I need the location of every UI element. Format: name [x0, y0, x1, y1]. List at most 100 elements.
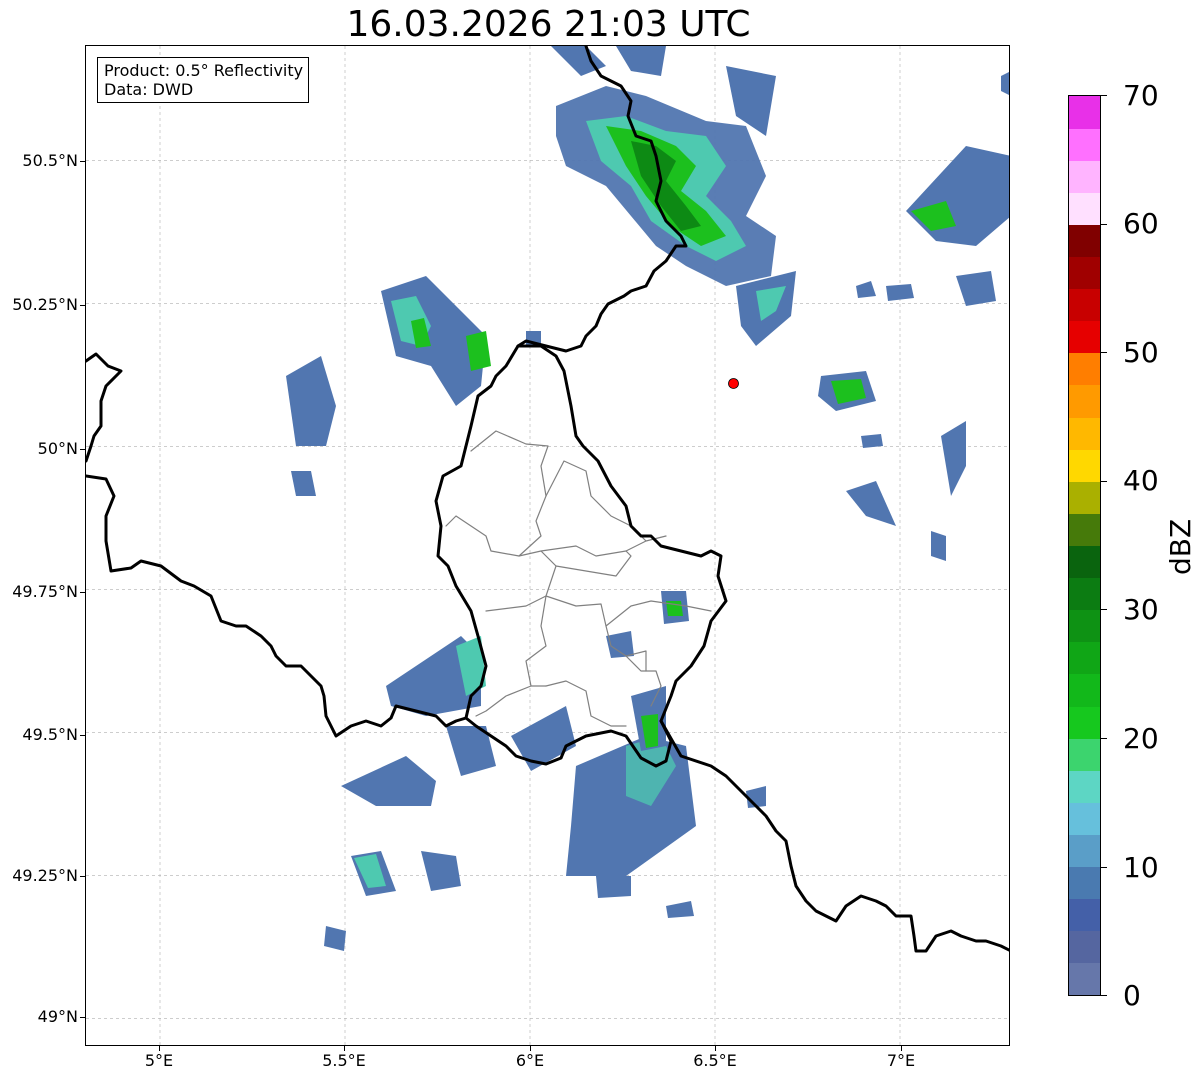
lon-tick-mark	[344, 1046, 345, 1051]
canton-boundary	[525, 595, 547, 687]
colorbar-tick-mark	[1101, 481, 1107, 482]
colorbar-tick-label: 0	[1123, 979, 1141, 1012]
canton-boundary	[475, 685, 532, 717]
colorbar-tick-label: 60	[1123, 207, 1159, 240]
lon-tick-mark	[715, 1046, 716, 1051]
colorbar-segment	[1069, 192, 1100, 225]
radar-echo-cluster-west	[286, 276, 541, 496]
colorbar-segment	[1069, 706, 1100, 739]
colorbar-segment	[1069, 417, 1100, 450]
colorbar-tick-label: 30	[1123, 593, 1159, 626]
colorbar-segment	[1069, 641, 1100, 675]
map-title: 16.03.2026 21:03 UTC	[346, 4, 751, 45]
radar-echo-area	[956, 271, 996, 306]
colorbar-unit-label: dBZ	[1164, 518, 1197, 575]
radar-echo-area	[846, 481, 896, 526]
lon-tick-label: 5°E	[144, 1051, 174, 1070]
lat-tick-label: 50.25°N	[12, 295, 78, 314]
colorbar-tick-mark	[1101, 995, 1107, 996]
country-border	[659, 719, 1009, 953]
colorbar-tick-mark	[1101, 609, 1107, 610]
colorbar-segment	[1069, 96, 1100, 129]
colorbar-segment	[1069, 738, 1100, 771]
data-source-label: Data: DWD	[104, 80, 194, 99]
radar-echo-area	[596, 876, 631, 898]
colorbar-segment	[1069, 481, 1100, 514]
colorbar-segment	[1069, 673, 1100, 707]
lat-tick-mark	[80, 1017, 85, 1018]
radar-echo-area	[861, 434, 883, 448]
colorbar-segment	[1069, 128, 1100, 161]
colorbar-segment	[1069, 320, 1100, 354]
lon-tick-mark	[159, 1046, 160, 1051]
lon-tick-label: 6.5°E	[693, 1051, 737, 1070]
colorbar-segment	[1069, 834, 1100, 868]
canton-boundary	[445, 430, 549, 557]
radar-echo-area	[856, 281, 876, 298]
colorbar-tick-mark	[1101, 738, 1107, 739]
map-canvas	[86, 46, 1009, 1045]
colorbar-tick-label: 20	[1123, 722, 1159, 755]
radar-echo-area	[291, 471, 316, 496]
colorbar-segment	[1069, 609, 1100, 643]
country-border	[86, 352, 123, 463]
lat-tick-label: 50.5°N	[22, 151, 78, 170]
canton-boundary	[545, 460, 647, 542]
colorbar-tick-mark	[1101, 352, 1107, 353]
lat-tick-mark	[80, 449, 85, 450]
colorbar-tick-label: 10	[1123, 851, 1159, 884]
lat-tick-mark	[80, 592, 85, 593]
radar-echo-cluster-south	[324, 591, 766, 951]
colorbar-segment	[1069, 802, 1100, 835]
radar-echo-area	[666, 901, 694, 918]
colorbar-segment	[1069, 577, 1100, 611]
colorbar-segment	[1069, 449, 1100, 482]
colorbar-segment	[1069, 866, 1100, 900]
colorbar-tick-mark	[1101, 867, 1107, 868]
radar-echo-area	[324, 926, 346, 951]
colorbar-segment	[1069, 288, 1100, 322]
product-info-box: Product: 0.5° Reflectivity Data: DWD	[97, 57, 310, 103]
radar-echo-area	[906, 146, 1009, 246]
lat-tick-mark	[80, 735, 85, 736]
radar-echo-cluster-northeast	[818, 72, 1009, 561]
colorbar-segment	[1069, 224, 1100, 258]
colorbar-tick-label: 50	[1123, 336, 1159, 369]
colorbar-segment	[1069, 160, 1100, 193]
grid-lines	[86, 46, 1009, 1045]
lat-tick-label: 49.75°N	[12, 582, 78, 601]
colorbar-segment	[1069, 545, 1100, 579]
lon-tick-label: 7°E	[886, 1051, 916, 1070]
radar-echo-area	[341, 756, 436, 806]
colorbar-segment	[1069, 770, 1100, 803]
radar-echo-area	[286, 356, 336, 446]
colorbar-segment	[1069, 513, 1100, 546]
colorbar-segment	[1069, 384, 1100, 418]
radar-echo-area	[616, 46, 666, 76]
colorbar-tick-mark	[1101, 224, 1107, 225]
radar-echo-area	[511, 706, 576, 771]
colorbar-tick-mark	[1101, 95, 1107, 96]
colorbar-tick-label: 40	[1123, 464, 1159, 497]
colorbar-segment	[1069, 256, 1100, 290]
radar-echo-area	[1001, 72, 1009, 95]
colorbar-segment	[1069, 962, 1100, 996]
lon-tick-mark	[530, 1046, 531, 1051]
lat-tick-label: 50°N	[37, 439, 78, 458]
lat-tick-mark	[80, 161, 85, 162]
product-label: Product: 0.5° Reflectivity	[104, 61, 304, 80]
colorbar-segment	[1069, 930, 1100, 964]
lon-tick-mark	[901, 1046, 902, 1051]
lat-tick-mark	[80, 305, 85, 306]
radar-echo-area	[941, 421, 966, 496]
radar-echo-layer	[286, 46, 1009, 951]
radar-echo-area	[886, 284, 914, 301]
radar-echo-cluster-north	[551, 46, 796, 346]
lon-tick-label: 6°E	[515, 1051, 545, 1070]
colorbar-segment	[1069, 352, 1100, 386]
radar-echo-area	[931, 531, 946, 561]
colorbar-segment	[1069, 898, 1100, 932]
lat-tick-label: 49.5°N	[22, 725, 78, 744]
radar-echo-area	[421, 851, 461, 891]
map-frame[interactable]	[85, 45, 1010, 1046]
